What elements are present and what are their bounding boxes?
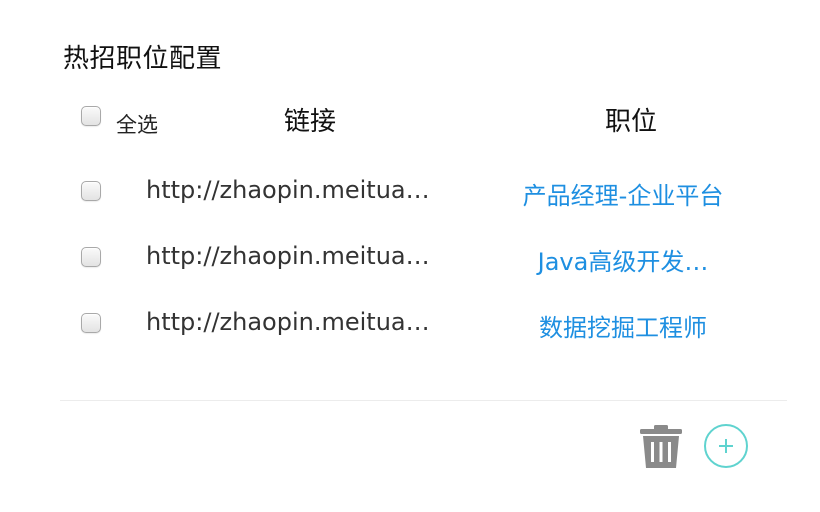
- row-link: http://zhaopin.meitua…: [146, 308, 430, 336]
- delete-button[interactable]: [638, 424, 684, 470]
- column-header-link: 链接: [284, 107, 337, 137]
- table-row: http://zhaopin.meitua… 产品经理-企业平台: [0, 168, 820, 218]
- row-position-link[interactable]: Java高级开发…: [488, 242, 758, 277]
- table-row: http://zhaopin.meitua… Java高级开发…: [0, 234, 820, 284]
- row-link: http://zhaopin.meitua…: [146, 176, 430, 204]
- row-link: http://zhaopin.meitua…: [146, 242, 430, 270]
- row-checkbox[interactable]: [81, 313, 101, 333]
- row-checkbox[interactable]: [81, 181, 101, 201]
- trash-icon: [640, 425, 682, 468]
- panel-title: 热招职位配置: [63, 44, 223, 74]
- row-checkbox[interactable]: [81, 247, 101, 267]
- footer-divider: [60, 400, 787, 401]
- hot-jobs-config-panel: 热招职位配置 全选 链接 职位 http://zhaopin.meitua… 产…: [0, 0, 820, 512]
- row-position-link[interactable]: 数据挖掘工程师: [488, 308, 758, 343]
- row-position-link[interactable]: 产品经理-企业平台: [488, 176, 758, 211]
- plus-icon: [719, 439, 733, 453]
- column-header-position: 职位: [605, 107, 658, 137]
- table-row: http://zhaopin.meitua… 数据挖掘工程师: [0, 300, 820, 350]
- select-all-checkbox[interactable]: [81, 106, 101, 126]
- add-button[interactable]: [704, 424, 748, 468]
- select-all-label[interactable]: 全选: [116, 109, 158, 139]
